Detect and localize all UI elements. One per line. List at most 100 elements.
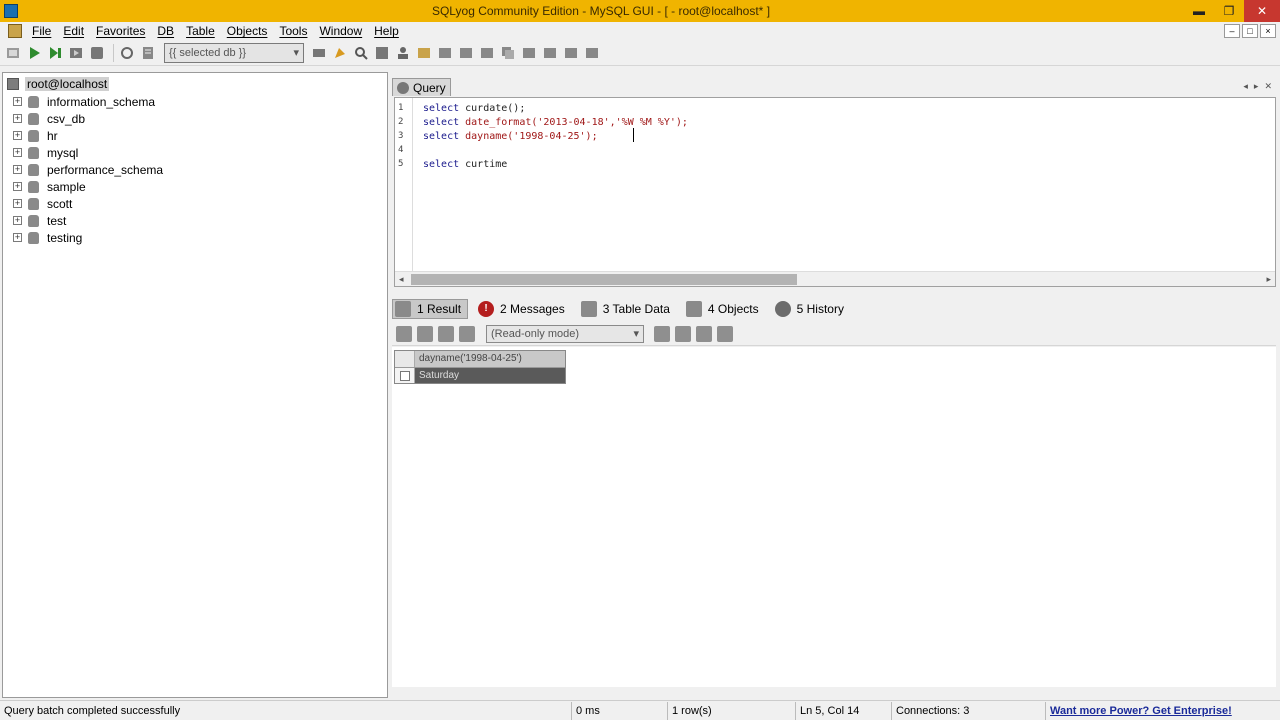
tree-item-testing[interactable]: + testing <box>3 229 387 246</box>
db-tools-icon[interactable] <box>310 44 328 62</box>
backup-icon[interactable] <box>415 44 433 62</box>
expand-icon[interactable]: + <box>13 182 22 191</box>
line-number: 2 <box>398 117 404 127</box>
highlight-icon[interactable] <box>331 44 349 62</box>
list-icon[interactable] <box>562 44 580 62</box>
tree-item-scott[interactable]: + scott <box>3 195 387 212</box>
text-view-icon[interactable] <box>696 325 712 342</box>
stop-query-icon[interactable] <box>88 44 106 62</box>
tab-objects[interactable]: 4 Objects <box>684 299 765 319</box>
status-message: Query batch completed successfully <box>0 701 572 720</box>
mdi-minimize-button[interactable]: – <box>1224 24 1240 38</box>
export-icon[interactable] <box>478 44 496 62</box>
tab-query[interactable]: Query <box>392 78 451 96</box>
minimize-button[interactable]: ▬ <box>1184 0 1214 22</box>
scroll-right-icon[interactable]: ▸ <box>1266 274 1271 285</box>
column-header[interactable]: dayname('1998-04-25') <box>415 351 565 367</box>
schema-icon[interactable] <box>373 44 391 62</box>
editor-line[interactable]: 1 select curdate(); <box>395 101 525 115</box>
sql-editor[interactable]: 1 select curdate(); 2 select date_format… <box>394 97 1276 287</box>
tab-messages[interactable]: ! 2 Messages <box>476 299 571 319</box>
document-icon[interactable] <box>8 24 22 38</box>
expand-icon[interactable]: + <box>13 114 22 123</box>
query-tab-strip: Query ◂ ▸ ✕ <box>392 76 1276 96</box>
expand-icon[interactable]: + <box>13 233 22 242</box>
form-view-icon[interactable] <box>459 325 475 342</box>
menu-table[interactable]: Table <box>182 24 223 38</box>
restore-db-icon[interactable] <box>436 44 454 62</box>
structure-icon[interactable] <box>583 44 601 62</box>
result-grid[interactable]: dayname('1998-04-25') Saturday <box>394 350 566 384</box>
menu-objects[interactable]: Objects <box>223 24 276 38</box>
connection-root[interactable]: root@localhost <box>3 75 387 93</box>
tab-prev-icon[interactable]: ◂ <box>1243 81 1248 92</box>
chevron-down-icon: ▾ <box>633 328 639 340</box>
expand-icon[interactable]: + <box>13 97 22 106</box>
menu-help[interactable]: Help <box>370 24 407 38</box>
result-mode-select[interactable]: (Read-only mode) ▾ <box>486 324 644 343</box>
menu-file[interactable]: File <box>28 24 59 38</box>
tree-item-sample[interactable]: + sample <box>3 178 387 195</box>
tab-close-icon[interactable]: ✕ <box>1264 81 1272 92</box>
mdi-close-button[interactable]: × <box>1260 24 1276 38</box>
editor-line[interactable]: 5 select curtime <box>395 157 507 171</box>
editor-line[interactable]: 4 <box>395 143 423 157</box>
tree-item-csv-db[interactable]: + csv_db <box>3 110 387 127</box>
expand-icon[interactable]: + <box>13 165 22 174</box>
tree-item-information-schema[interactable]: + information_schema <box>3 93 387 110</box>
menu-window[interactable]: Window <box>315 24 370 38</box>
get-enterprise-link[interactable]: Want more Power? Get Enterprise! <box>1046 705 1232 717</box>
tab-result[interactable]: 1 Result <box>392 299 469 319</box>
delete-row-icon[interactable] <box>717 325 733 342</box>
format-query-icon[interactable] <box>139 44 157 62</box>
menu-tools[interactable]: Tools <box>275 24 315 38</box>
database-select[interactable]: {{ selected db }} ▾ <box>164 42 304 63</box>
sync-icon[interactable] <box>520 44 538 62</box>
database-icon <box>28 146 39 159</box>
execute-edit-icon[interactable] <box>67 44 85 62</box>
execute-all-icon[interactable] <box>46 44 64 62</box>
editor-line[interactable]: 2 select date_format('2013-04-18','%W %M… <box>395 115 688 129</box>
search-icon[interactable] <box>352 44 370 62</box>
mdi-restore-button[interactable]: □ <box>1242 24 1258 38</box>
restore-button[interactable]: ❐ <box>1214 0 1244 22</box>
expand-icon[interactable]: + <box>13 131 22 140</box>
new-connection-icon[interactable] <box>4 44 22 62</box>
scrollbar-thumb[interactable] <box>411 274 797 285</box>
scroll-left-icon[interactable]: ◂ <box>399 274 404 285</box>
menu-edit[interactable]: Edit <box>59 24 92 38</box>
copy-db-icon[interactable] <box>499 44 517 62</box>
import-icon[interactable] <box>457 44 475 62</box>
tab-table-data[interactable]: 3 Table Data <box>579 299 676 319</box>
tree-item-mysql[interactable]: + mysql <box>3 144 387 161</box>
user-manager-icon[interactable] <box>394 44 412 62</box>
tree-item-test[interactable]: + test <box>3 212 387 229</box>
editor-horizontal-scrollbar[interactable]: ◂ ▸ <box>395 271 1275 286</box>
schedule-icon[interactable] <box>541 44 559 62</box>
row-selector[interactable] <box>395 368 415 383</box>
save-icon[interactable] <box>675 325 691 342</box>
line-number: 5 <box>398 159 404 169</box>
expand-icon[interactable]: + <box>13 148 22 157</box>
result-mode-value: (Read-only mode) <box>491 327 580 340</box>
copy-result-icon[interactable] <box>417 325 433 342</box>
close-button[interactable]: ✕ <box>1244 0 1280 22</box>
expand-icon[interactable]: + <box>13 199 22 208</box>
menu-db[interactable]: DB <box>153 24 182 38</box>
grid-view-icon[interactable] <box>438 325 454 342</box>
refresh-icon[interactable] <box>118 44 136 62</box>
execute-query-icon[interactable] <box>25 44 43 62</box>
row-checkbox[interactable] <box>399 370 410 381</box>
tree-item-hr[interactable]: + hr <box>3 127 387 144</box>
tree-item-performance-schema[interactable]: + performance_schema <box>3 161 387 178</box>
table-row[interactable]: Saturday <box>395 367 565 383</box>
result-grid-icon <box>395 301 411 317</box>
filter-icon[interactable] <box>654 325 670 342</box>
editor-line[interactable]: 3 select dayname('1998-04-25'); <box>395 129 598 143</box>
menu-favorites[interactable]: Favorites <box>92 24 153 38</box>
result-cell[interactable]: Saturday <box>415 368 565 383</box>
tab-next-icon[interactable]: ▸ <box>1254 81 1259 92</box>
expand-icon[interactable]: + <box>13 216 22 225</box>
tab-history[interactable]: 5 History <box>773 299 850 319</box>
export-result-icon[interactable] <box>396 325 412 342</box>
